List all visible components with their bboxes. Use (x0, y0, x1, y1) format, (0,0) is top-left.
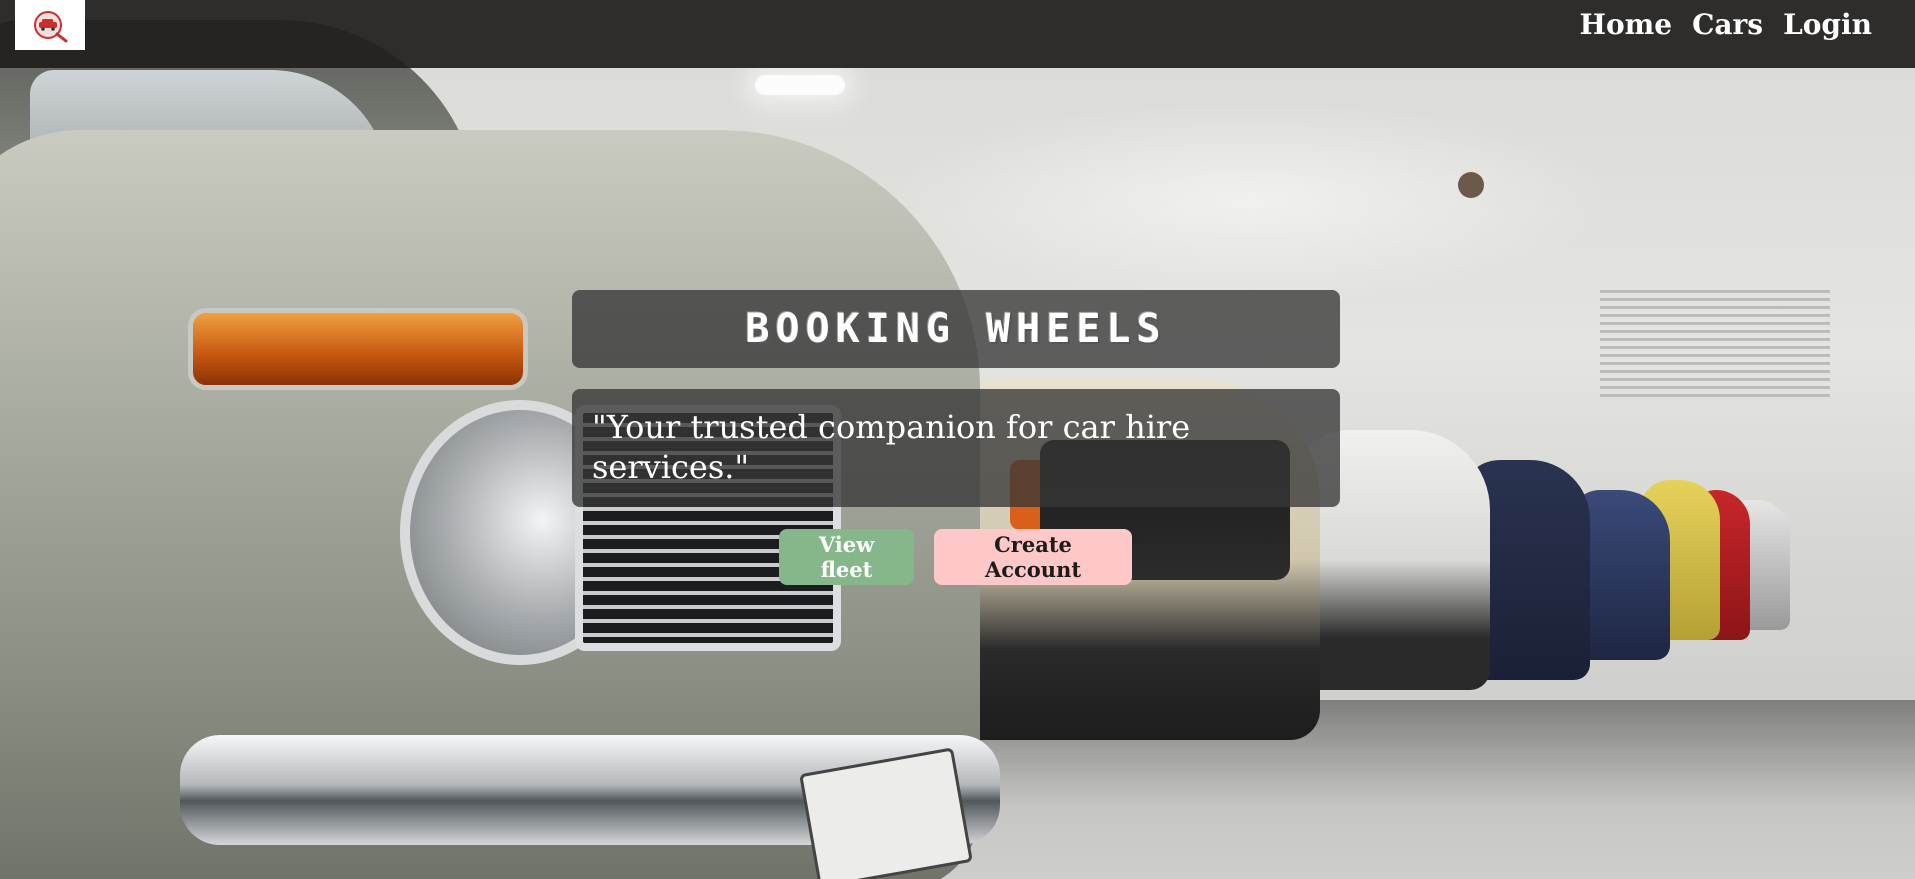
site-logo[interactable] (15, 0, 85, 50)
create-account-button[interactable]: Create Account (934, 529, 1132, 585)
wall-fixture (1458, 172, 1484, 198)
front-car-indicator (188, 308, 528, 390)
wall-sign (1600, 290, 1830, 400)
view-fleet-button[interactable]: View fleet (779, 529, 914, 585)
navbar: Home Cars Login (0, 0, 1915, 68)
hero-tagline-box: "Your trusted companion for car hire ser… (572, 389, 1340, 507)
nav-home-link[interactable]: Home (1580, 5, 1673, 45)
hero-button-row: View fleet Create Account (779, 529, 1132, 585)
nav-links: Home Cars Login (1580, 5, 1872, 45)
hero-title: Booking Wheels (745, 306, 1167, 352)
hero-tagline: "Your trusted companion for car hire ser… (592, 408, 1191, 486)
nav-login-link[interactable]: Login (1783, 5, 1872, 45)
ceiling-light (755, 75, 845, 95)
page: Home Cars Login Booking Wheels "Your tru… (0, 0, 1915, 879)
magnifier-car-logo-icon (34, 11, 68, 43)
hero-title-box: Booking Wheels (572, 290, 1340, 368)
nav-cars-link[interactable]: Cars (1692, 5, 1763, 45)
